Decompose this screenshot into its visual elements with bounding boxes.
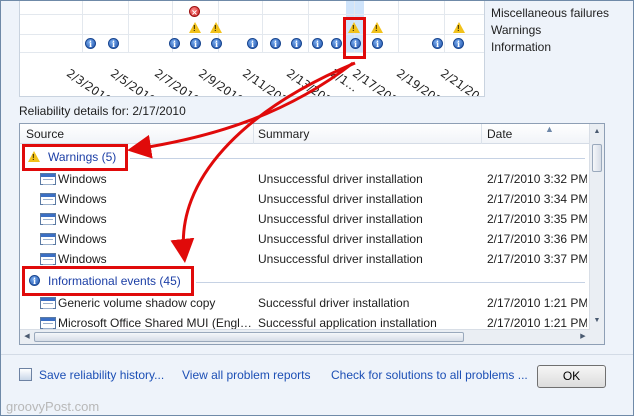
- reliability-monitor-window: × i i i i i i i i i i i i i i 2/3/2010 2…: [0, 0, 634, 416]
- annotation-arrows: [127, 61, 356, 263]
- annotation-arrow: [127, 61, 354, 159]
- annotation-arrow: [170, 61, 356, 263]
